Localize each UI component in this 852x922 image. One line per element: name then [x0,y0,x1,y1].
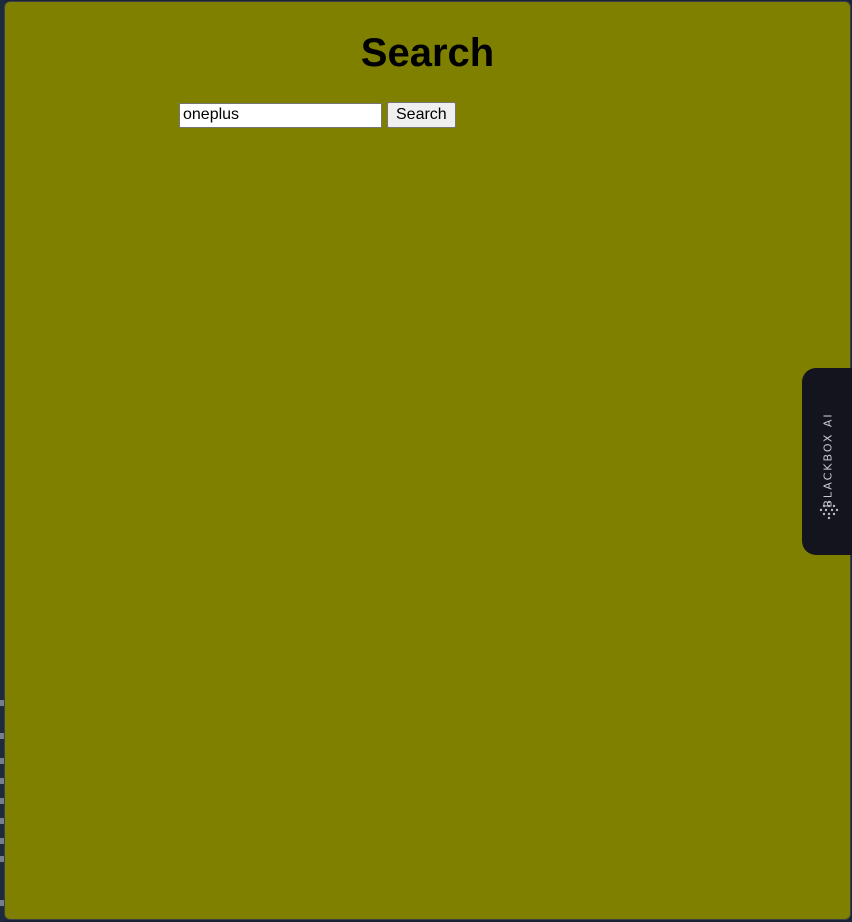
blackbox-ai-side-tab[interactable]: BLACKBOX AI [802,368,852,555]
page-title: Search [360,31,495,75]
side-tab-label: BLACKBOX AI [821,412,835,508]
blackbox-logo-icon [819,500,839,520]
search-button[interactable]: Search [387,102,456,128]
search-form: Search [179,102,456,128]
browser-page: Search Search [4,1,851,920]
search-input[interactable] [179,102,382,128]
